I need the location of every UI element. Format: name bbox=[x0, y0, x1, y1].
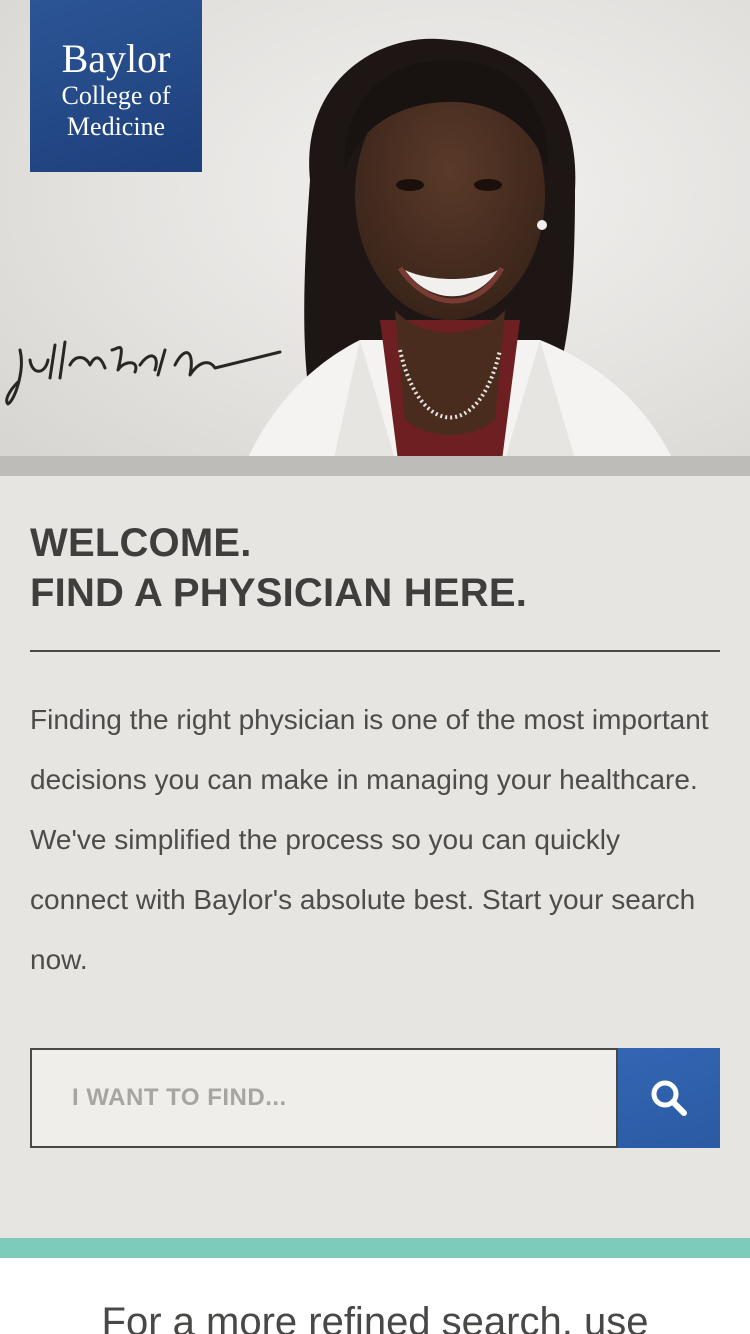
search-button[interactable] bbox=[618, 1048, 720, 1148]
refined-search-text: For a more refined search, use bbox=[101, 1300, 649, 1334]
logo-line-3: Medicine bbox=[66, 112, 166, 141]
accent-band bbox=[0, 1238, 750, 1258]
physician-search-form bbox=[30, 1048, 720, 1148]
page-title: WELCOME. FIND A PHYSICIAN HERE. bbox=[30, 518, 720, 618]
hero-divider-band bbox=[0, 456, 750, 476]
search-input[interactable] bbox=[30, 1048, 618, 1148]
hero-banner: Baylor College of Medicine bbox=[0, 0, 750, 476]
page-title-line-1: WELCOME. bbox=[30, 521, 252, 565]
intro-paragraph: Finding the right physician is one of th… bbox=[30, 704, 709, 975]
logo-line-2: College of bbox=[61, 81, 171, 110]
refined-search-section: For a more refined search, use bbox=[0, 1258, 750, 1334]
page-title-line-2: FIND A PHYSICIAN HERE. bbox=[30, 571, 528, 615]
welcome-section: WELCOME. FIND A PHYSICIAN HERE. Finding … bbox=[30, 476, 720, 990]
physician-portrait bbox=[240, 38, 680, 476]
signature-icon bbox=[5, 340, 282, 406]
search-icon bbox=[651, 1080, 687, 1116]
baylor-logo[interactable]: Baylor College of Medicine bbox=[30, 0, 202, 172]
divider bbox=[30, 650, 720, 652]
logo-line-1: Baylor bbox=[61, 36, 171, 81]
